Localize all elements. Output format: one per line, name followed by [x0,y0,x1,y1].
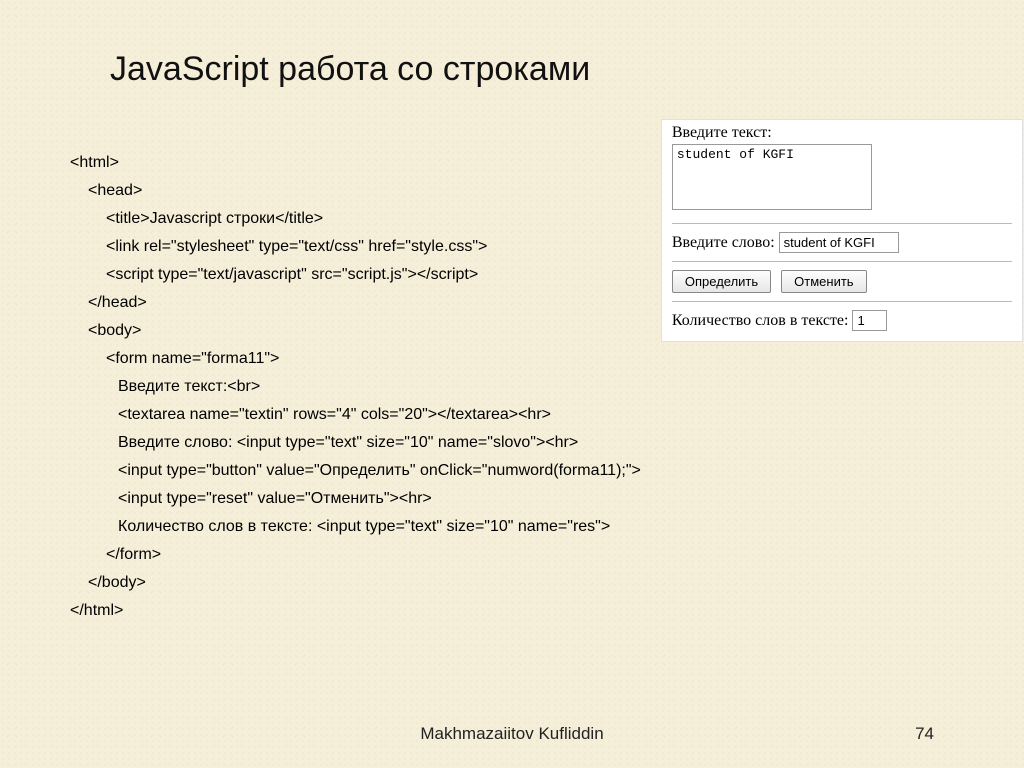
code-line: </html> [70,597,641,625]
divider [672,261,1012,262]
textarea-input[interactable] [672,144,872,210]
code-line: Количество слов в тексте: <input type="t… [70,513,641,541]
code-line: </body> [70,569,641,597]
slide-content: <html> <head> <title>Javascript строки</… [70,119,954,625]
cancel-button[interactable]: Отменить [781,270,866,293]
slide: JavaScript работа со строками <html> <he… [0,0,1024,768]
code-line: <body> [70,317,641,345]
footer-author: Makhmazaiitov Kufliddin [0,724,1024,744]
code-line: </form> [70,541,641,569]
code-line: <input type="reset" value="Отменить"><hr… [70,485,641,513]
result-input[interactable] [852,310,887,331]
page-number: 74 [915,724,934,744]
divider [672,301,1012,302]
code-line: <script type="text/javascript" src="scri… [70,261,641,289]
demo-column: Введите текст: Введите слово: Определить… [661,119,1023,625]
code-line: <input type="button" value="Определить" … [70,457,641,485]
word-input[interactable] [779,232,899,253]
code-line: <textarea name="textin" rows="4" cols="2… [70,401,641,429]
slide-title: JavaScript работа со строками [110,50,954,89]
label-enter-text: Введите текст: [672,124,1012,142]
code-listing: <html> <head> <title>Javascript строки</… [70,119,641,625]
demo-form: Введите текст: Введите слово: Определить… [661,119,1023,342]
code-line: Введите слово: <input type="text" size="… [70,429,641,457]
code-line: Введите текст:<br> [70,373,641,401]
code-line: <title>Javascript строки</title> [70,205,641,233]
label-enter-word: Введите слово: [672,234,775,251]
code-line: <form name="forma11"> [70,345,641,373]
divider [672,223,1012,224]
label-word-count: Количество слов в тексте: [672,312,849,329]
define-button[interactable]: Определить [672,270,771,293]
code-line: </head> [70,289,641,317]
code-line: <head> [70,177,641,205]
code-line: <link rel="stylesheet" type="text/css" h… [70,233,641,261]
code-line: <html> [70,149,641,177]
